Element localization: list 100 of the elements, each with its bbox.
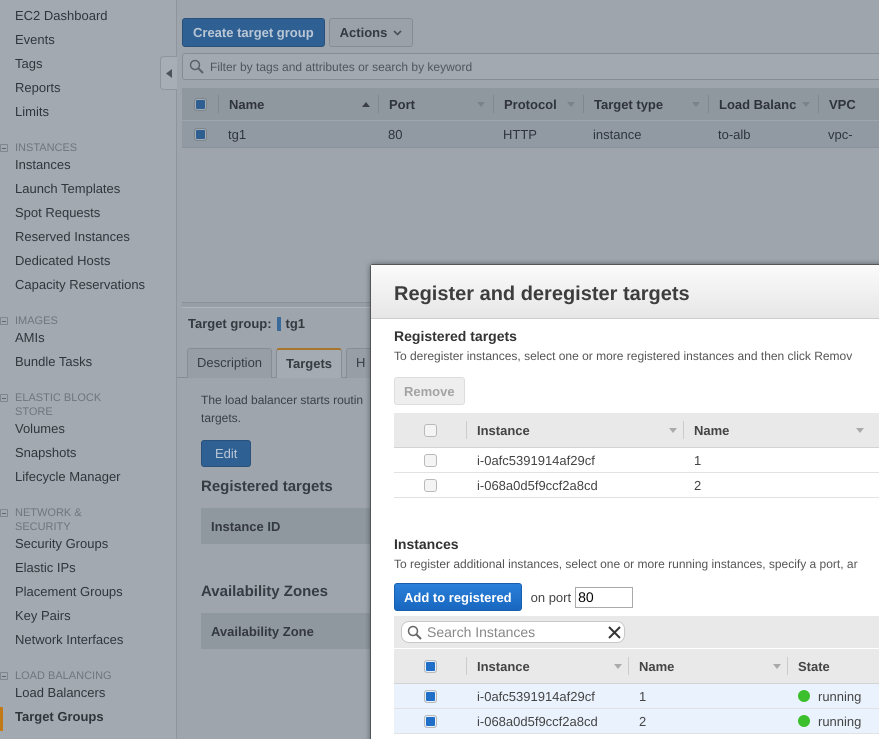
table-cell-text: 1 — [693, 452, 702, 468]
sidebar-item[interactable]: Launch Templates — [0, 179, 120, 203]
search-field[interactable]: Search Instances — [401, 621, 625, 643]
checkbox[interactable] — [194, 98, 206, 110]
collapse-icon[interactable] — [0, 672, 8, 680]
sidebar-item[interactable]: Network Interfaces — [0, 630, 124, 654]
column-header[interactable]: Port — [378, 95, 493, 113]
table-cell-text: vpc- — [827, 126, 854, 142]
column-header[interactable]: Instance — [466, 421, 683, 439]
table-cell-text: 2 — [638, 714, 648, 728]
target-group-label: Target group: — [188, 316, 272, 331]
column-header: Availability Zone — [201, 613, 371, 649]
column-header[interactable]: Target type — [583, 95, 708, 113]
collapse-icon[interactable] — [0, 144, 8, 152]
sidebar-item[interactable]: Lifecycle Manager — [0, 467, 120, 491]
sidebar-item[interactable]: Limits — [0, 102, 49, 126]
checkbox[interactable] — [424, 454, 436, 466]
section-title: Registered targets — [394, 328, 517, 344]
search-icon — [407, 624, 422, 640]
sidebar-item[interactable]: Reserved Instances — [0, 227, 130, 251]
tab[interactable]: Targets — [276, 348, 342, 378]
sidebar-item[interactable]: Snapshots — [0, 443, 76, 467]
hint-text: To register additional instances, select one or more running instances, specify a port, ar — [394, 557, 858, 571]
table-cell-text: 80 — [387, 126, 404, 142]
sidebar-item[interactable]: Reports — [0, 78, 61, 102]
section-title: Availability Zones — [201, 583, 328, 600]
column-header[interactable]: Name — [683, 421, 870, 439]
table-cell-text: i-0afc5391914af29cf — [476, 688, 596, 704]
column-header: Instance ID — [201, 508, 371, 544]
table-row[interactable]: i-0afc5391914af29cf 1 running — [394, 684, 879, 709]
collapse-icon[interactable] — [0, 394, 8, 402]
sidebar-item[interactable]: Spot Requests — [0, 203, 100, 227]
column-header[interactable]: Name — [218, 95, 378, 113]
sidebar-item[interactable]: Key Pairs — [0, 606, 71, 630]
clear-icon[interactable] — [608, 626, 621, 638]
checkbox[interactable] — [424, 424, 436, 436]
column-header[interactable]: State — [787, 657, 879, 675]
sidebar-item[interactable]: Target Groups — [0, 707, 104, 731]
sidebar-item[interactable]: EC2 Dashboard — [0, 6, 108, 30]
filter-placeholder: Filter by tags and attributes or search by keyword — [210, 60, 472, 74]
sidebar-item[interactable]: Placement Groups — [0, 582, 123, 606]
port-field[interactable]: 80 — [575, 586, 634, 608]
description-text: The load balancer starts routin targets. — [200, 392, 364, 427]
hint-text: To deregister instances, select one or more registered instances and then click Remov — [394, 349, 852, 363]
column-header[interactable]: VPC — [818, 95, 878, 113]
sidebar-item[interactable]: Dedicated Hosts — [0, 251, 110, 275]
actions-button[interactable]: Actions — [328, 18, 414, 47]
column-header[interactable]: Protocol — [493, 95, 583, 113]
caret-icon — [773, 664, 781, 668]
sidebar-item[interactable]: Volumes — [0, 419, 65, 443]
table-cell-text: instance — [592, 126, 642, 142]
sidebar-item[interactable]: Load Balancers — [0, 683, 106, 707]
target-group-name: tg1 — [286, 316, 306, 331]
state-text: running — [818, 688, 862, 704]
sidebar-item[interactable]: Capacity Reservations — [0, 275, 146, 299]
caret-icon — [614, 664, 622, 668]
table-cell-text: i-0afc5391914af29cf — [476, 452, 596, 468]
table-cell-text: HTTP — [502, 126, 538, 142]
collapse-icon[interactable] — [0, 509, 8, 517]
table-cell-text: i-068a0d5f9ccf2a8cd — [476, 714, 599, 728]
section-title: Instances — [394, 536, 459, 552]
sidebar-item[interactable]: Bundle Tasks — [0, 352, 92, 376]
checkbox[interactable] — [424, 714, 436, 728]
caret-icon — [669, 428, 677, 432]
sidebar-item[interactable]: Elastic IPs — [0, 558, 76, 582]
column-header[interactable]: Name — [628, 657, 787, 675]
table-cell-text: to-alb — [717, 126, 752, 142]
sidebar-item[interactable]: Instances — [0, 155, 71, 179]
state-text: running — [818, 714, 862, 728]
chevron-down-icon — [393, 30, 402, 36]
table-cell-text: i-068a0d5f9ccf2a8cd — [476, 478, 599, 492]
sidebar-item[interactable]: Tags — [0, 54, 42, 78]
edit-button[interactable]: Edit — [201, 440, 252, 467]
table-row[interactable]: tg1 80 HTTP instance to-alb vpc- — [182, 121, 879, 148]
column-header[interactable]: Instance — [466, 657, 628, 675]
table-cell-text: tg1 — [227, 126, 248, 142]
checkbox[interactable] — [424, 478, 436, 492]
filter-field[interactable]: Filter by tags and attributes or search by keyword — [182, 53, 879, 80]
section-title: Registered targets — [201, 478, 333, 495]
table-cell-text: 2 — [693, 478, 702, 492]
collapse-icon[interactable] — [0, 317, 8, 325]
collapse-sidebar-button[interactable] — [160, 56, 177, 90]
checkbox[interactable] — [424, 660, 436, 672]
checkbox[interactable] — [194, 128, 206, 140]
tab[interactable]: Description — [187, 348, 272, 378]
port-label: on port — [530, 590, 572, 604]
dialog-title: Register and deregister targets — [371, 265, 879, 319]
marker-icon — [276, 316, 281, 330]
sidebar-item[interactable]: Events — [0, 30, 55, 54]
checkbox[interactable] — [424, 690, 436, 702]
caret-icon — [856, 428, 864, 432]
table-cell-text: 1 — [638, 688, 648, 704]
left-triangle-icon — [166, 68, 172, 78]
search-icon — [189, 59, 204, 74]
column-header[interactable]: Load Balanc — [708, 95, 818, 113]
sidebar-item[interactable]: Security Groups — [0, 534, 108, 558]
table-row[interactable]: i-068a0d5f9ccf2a8cd 2 running — [394, 709, 879, 734]
add-to-registered-button[interactable]: Add to registered — [394, 583, 522, 611]
create-target-group-button[interactable]: Create target group — [182, 18, 325, 47]
sidebar-item[interactable]: AMIs — [0, 328, 45, 352]
